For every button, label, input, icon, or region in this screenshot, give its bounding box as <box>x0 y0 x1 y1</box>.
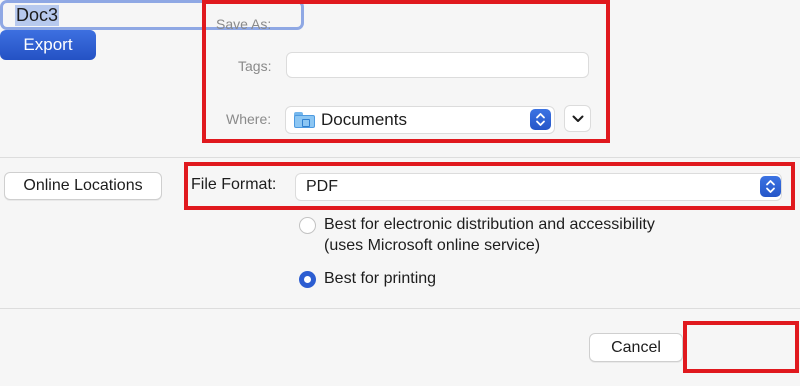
cancel-button[interactable]: Cancel <box>589 333 683 362</box>
where-value: Documents <box>321 110 407 129</box>
option-electronic-line1: Best for electronic distribution and acc… <box>324 216 655 233</box>
file-format-select[interactable]: PDF <box>295 173 782 201</box>
where-stepper-icon[interactable] <box>530 109 551 130</box>
export-button[interactable]: Export <box>0 30 96 60</box>
expand-button[interactable] <box>564 105 591 132</box>
file-format-label: File Format: <box>191 176 277 193</box>
save-as-label: Save As: <box>216 16 272 32</box>
where-label: Where: <box>226 111 272 127</box>
highlight-export <box>683 321 799 373</box>
folder-icon <box>294 112 315 128</box>
save-as-value: Doc3 <box>15 4 60 26</box>
file-format-stepper-icon[interactable] <box>760 176 781 197</box>
option-electronic-line2: (uses Microsoft online service) <box>324 237 541 254</box>
divider-top <box>0 157 800 158</box>
tags-input[interactable] <box>286 52 589 78</box>
chevron-down-icon <box>572 115 583 122</box>
where-select[interactable]: Documents <box>285 106 555 134</box>
radio-printing[interactable] <box>299 271 316 288</box>
radio-electronic[interactable] <box>299 217 316 234</box>
divider-bottom <box>0 308 800 309</box>
file-format-value: PDF <box>306 178 338 195</box>
tags-label: Tags: <box>238 58 272 74</box>
option-printing-label: Best for printing <box>324 270 437 287</box>
online-locations-button[interactable]: Online Locations <box>4 172 162 200</box>
